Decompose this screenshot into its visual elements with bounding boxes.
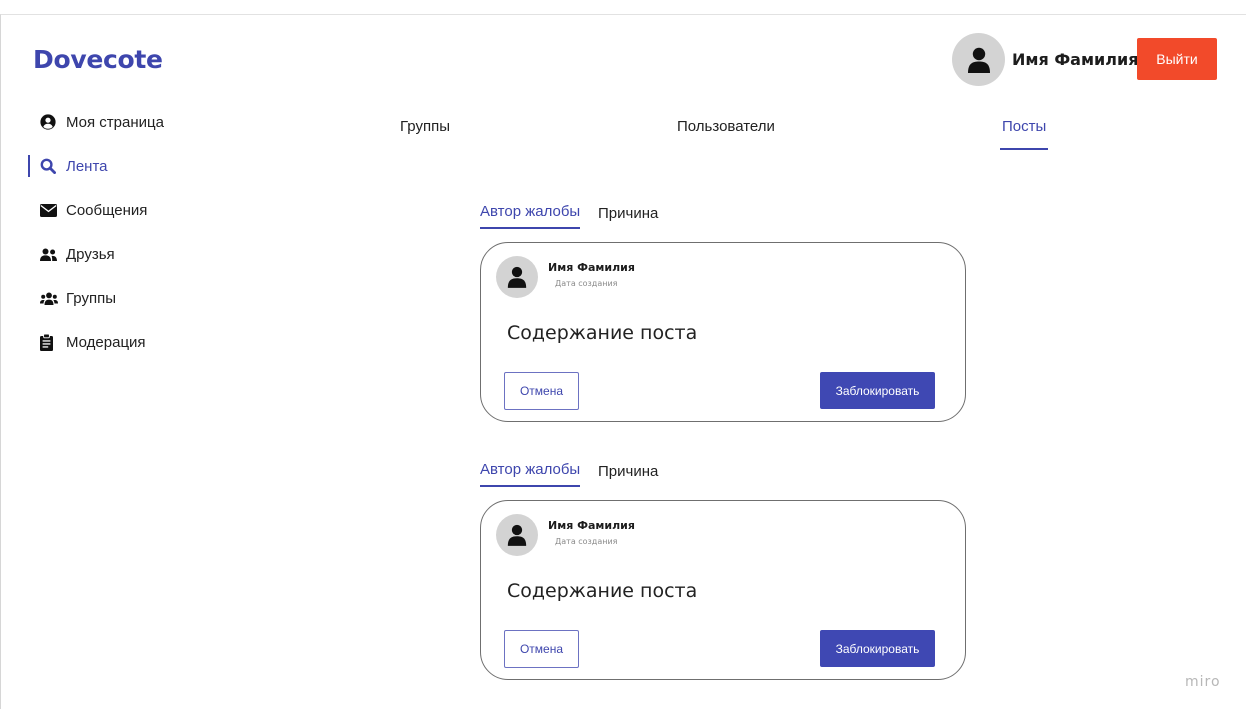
post-author-name[interactable]: Имя Фамилия — [548, 261, 635, 274]
header-user[interactable]: Имя Фамилия — [952, 33, 1138, 86]
post-author-avatar[interactable] — [496, 514, 538, 556]
sidebar-item-moderation[interactable]: Модерация — [28, 320, 164, 364]
post-date: Дата создания — [555, 537, 618, 546]
post-card: Имя Фамилия Дата создания Содержание пос… — [480, 242, 966, 422]
miro-watermark: miro — [1185, 674, 1221, 690]
post-date: Дата создания — [555, 279, 618, 288]
sidebar-item-label: Сообщения — [66, 201, 148, 219]
report-card: Автор жалобы Причина Имя Фамилия Дата со… — [480, 203, 966, 422]
report-tabs: Автор жалобы Причина — [480, 203, 966, 233]
header-user-name: Имя Фамилия — [1012, 50, 1139, 69]
tab-groups[interactable]: Группы — [400, 118, 450, 135]
users-icon — [40, 292, 62, 305]
user-friends-icon — [40, 248, 62, 261]
logout-button[interactable]: Выйти — [1137, 38, 1217, 80]
envelope-icon — [40, 203, 62, 217]
sidebar-item-label: Друзья — [66, 245, 115, 263]
report-tabs: Автор жалобы Причина — [480, 461, 966, 491]
report-tab-reason[interactable]: Причина — [598, 205, 658, 222]
tab-posts[interactable]: Посты — [999, 118, 1049, 150]
tab-users[interactable]: Пользователи — [677, 118, 775, 135]
cancel-button[interactable]: Отмена — [504, 630, 579, 668]
user-icon — [507, 524, 527, 546]
block-button[interactable]: Заблокировать — [820, 630, 935, 667]
content-tabs: Группы Пользователи Посты — [0, 118, 1246, 158]
header-avatar[interactable] — [952, 33, 1005, 86]
sidebar-item-groups[interactable]: Группы — [28, 276, 164, 320]
sidebar-item-label: Группы — [66, 289, 116, 307]
post-author-avatar[interactable] — [496, 256, 538, 298]
post-content: Содержание поста — [507, 322, 698, 344]
block-button[interactable]: Заблокировать — [820, 372, 935, 409]
report-tab-reason[interactable]: Причина — [598, 463, 658, 480]
clipboard-icon — [40, 333, 62, 351]
sidebar-item-label: Модерация — [66, 333, 146, 351]
cancel-button[interactable]: Отмена — [504, 372, 579, 410]
report-tab-author[interactable]: Автор жалобы — [480, 203, 581, 229]
sidebar-item-messages[interactable]: Сообщения — [28, 188, 164, 232]
report-card: Автор жалобы Причина Имя Фамилия Дата со… — [480, 461, 966, 680]
sidebar-item-friends[interactable]: Друзья — [28, 232, 164, 276]
app-logo[interactable]: Dovecote — [33, 45, 163, 74]
report-tab-author[interactable]: Автор жалобы — [480, 461, 581, 487]
post-card: Имя Фамилия Дата создания Содержание пос… — [480, 500, 966, 680]
post-content: Содержание поста — [507, 580, 698, 602]
post-author-name[interactable]: Имя Фамилия — [548, 519, 635, 532]
user-icon — [507, 266, 527, 288]
user-icon — [967, 47, 990, 73]
sidebar-item-label: Лента — [66, 157, 108, 175]
search-icon — [40, 158, 62, 174]
